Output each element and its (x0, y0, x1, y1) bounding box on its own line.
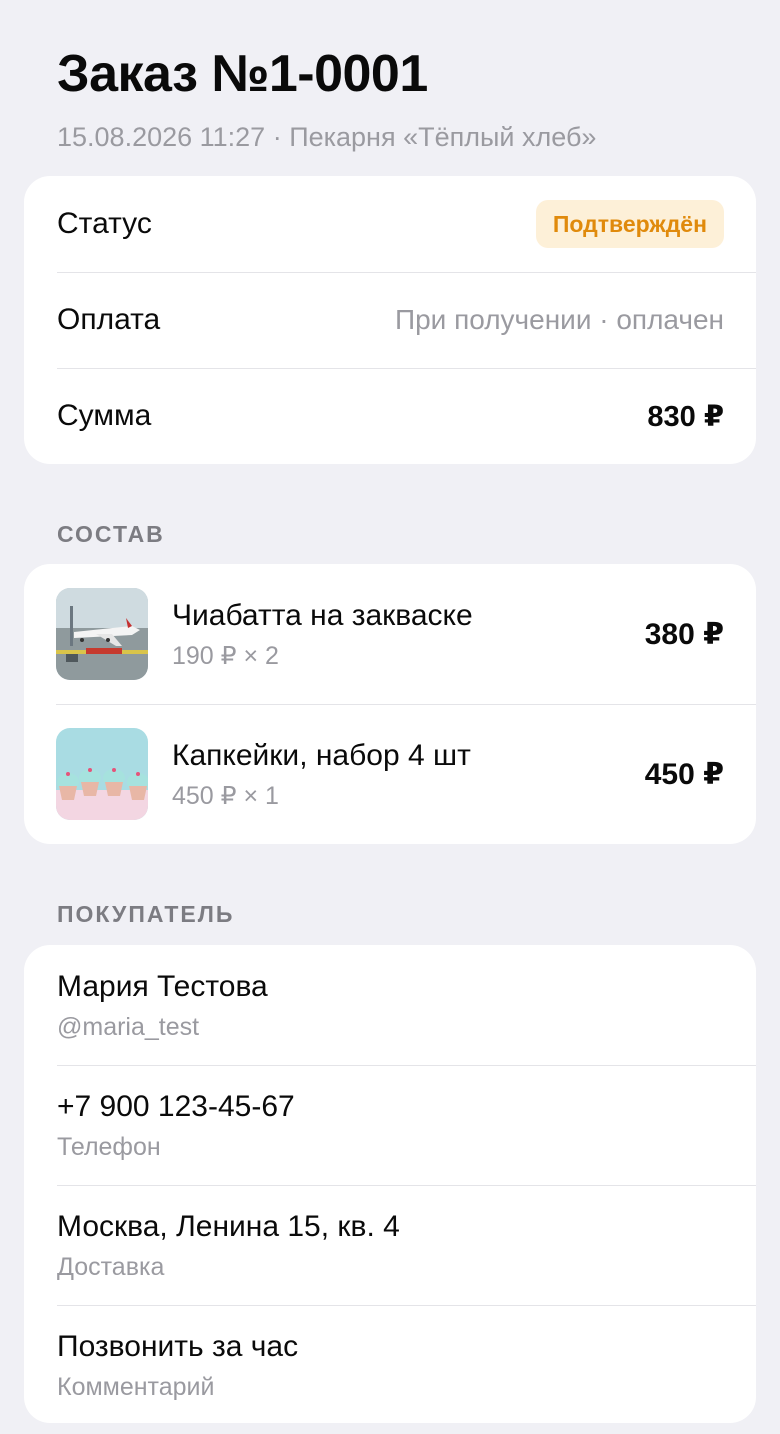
status-row: Статус Подтверждён (24, 176, 756, 272)
item-quantity: 450 ₽ × 1 (172, 782, 279, 810)
status-label: Статус (57, 207, 152, 240)
composition-section-title: СОСТАВ (57, 521, 165, 547)
item-name: Чиабатта на закваске (172, 599, 473, 632)
payment-value: При получении · оплачен (394, 304, 724, 335)
payment-row: Оплата При получении · оплачен (24, 272, 756, 368)
buyer-comment-label: Комментарий (57, 1373, 215, 1401)
payment-label: Оплата (57, 303, 161, 336)
buyer-comment: Позвонить за час (57, 1330, 299, 1363)
order-header: Заказ №1-0001 15.08.2026 11:27 · Пекарня… (0, 0, 780, 154)
buyer-section-title: ПОКУПАТЕЛЬ (57, 901, 235, 927)
item-quantity: 190 ₽ × 2 (172, 642, 279, 670)
buyer-username: @maria_test (57, 1013, 200, 1041)
page-title: Заказ №1-0001 (57, 45, 428, 103)
buyer-phone: +7 900 123-45-67 (57, 1090, 295, 1123)
total-value: 830 ₽ (647, 400, 724, 433)
status-badge: Подтверждён (535, 200, 724, 248)
item-total: 450 ₽ (644, 757, 724, 791)
item-info: Чиабатта на закваске 190 ₽ × 2 (172, 597, 645, 671)
list-item[interactable]: Чиабатта на закваске 190 ₽ × 2 380 ₽ (24, 564, 756, 704)
item-name: Капкейки, набор 4 шт (172, 739, 471, 772)
item-info: Капкейки, набор 4 шт 450 ₽ × 1 (172, 737, 645, 811)
order-page: Заказ №1-0001 15.08.2026 11:27 · Пекарня… (0, 0, 780, 1434)
item-total: 380 ₽ (644, 617, 724, 651)
order-subtitle: 15.08.2026 11:27 · Пекарня «Тёплый хлеб» (57, 122, 597, 152)
total-row: Сумма 830 ₽ (24, 368, 756, 464)
order-summary-card: Статус Подтверждён Оплата При получении … (24, 176, 756, 464)
cupcakes-photo-icon (56, 728, 148, 820)
buyer-address-label: Доставка (57, 1253, 165, 1281)
buyer-address-row[interactable]: Москва, Ленина 15, кв. 4 Доставка (24, 1185, 756, 1305)
buyer-name-row[interactable]: Мария Тестова @maria_test (24, 945, 756, 1065)
list-item[interactable]: Капкейки, набор 4 шт 450 ₽ × 1 450 ₽ (24, 704, 756, 844)
airplane-photo-icon (56, 588, 148, 680)
total-label: Сумма (57, 399, 152, 432)
buyer-name: Мария Тестова (57, 970, 268, 1003)
item-thumbnail-cupcakes (56, 728, 148, 820)
buyer-card: Мария Тестова @maria_test +7 900 123-45-… (24, 945, 756, 1423)
buyer-phone-row[interactable]: +7 900 123-45-67 Телефон (24, 1065, 756, 1185)
item-thumbnail-airplane (56, 588, 148, 680)
buyer-phone-label: Телефон (57, 1133, 161, 1161)
buyer-comment-row: Позвонить за час Комментарий (24, 1305, 756, 1423)
order-items-card: Чиабатта на закваске 190 ₽ × 2 380 ₽ Кап… (24, 564, 756, 844)
buyer-address: Москва, Ленина 15, кв. 4 (57, 1210, 400, 1243)
